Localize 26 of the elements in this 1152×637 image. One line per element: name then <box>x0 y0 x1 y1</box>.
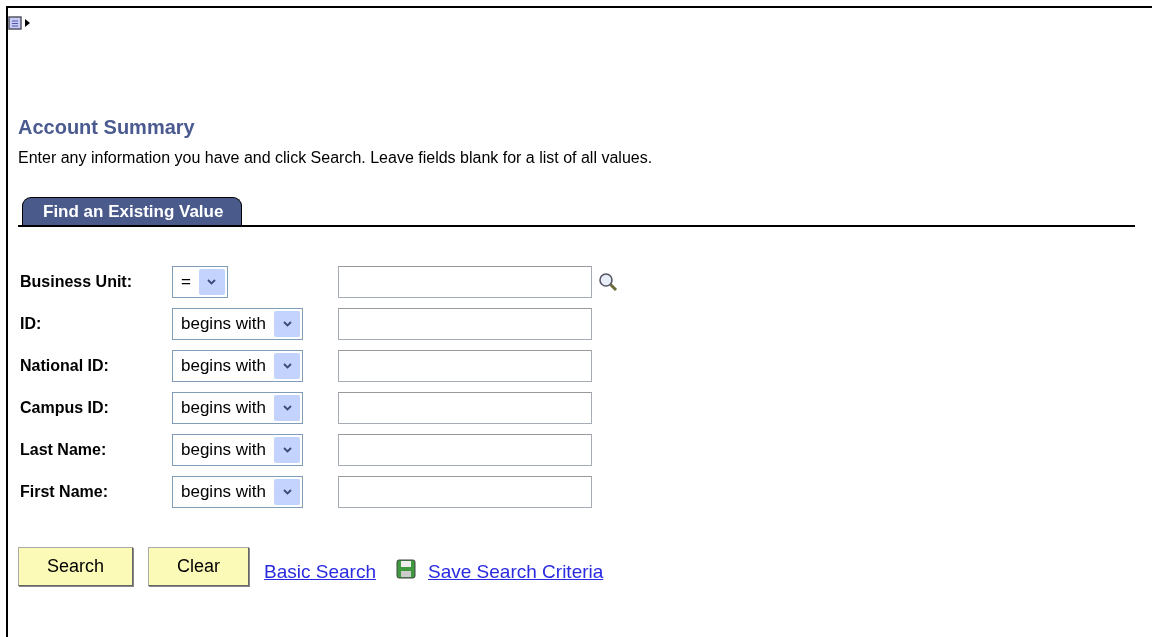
input-field[interactable] <box>338 308 592 340</box>
operator-dropdown[interactable]: begins with <box>172 350 304 382</box>
operator-dropdown[interactable]: = <box>172 266 228 298</box>
search-icon[interactable] <box>598 272 618 292</box>
input-field[interactable] <box>338 350 592 382</box>
page-title: Account Summary <box>18 116 196 139</box>
instructions-text: Enter any information you have and click Search. Leave fields blank for a list of all values. <box>18 149 654 167</box>
field-label: ID: <box>20 315 43 333</box>
action-button[interactable]: Clear <box>148 547 250 586</box>
input-field[interactable] <box>338 392 592 424</box>
field-label: Last Name: <box>20 441 108 459</box>
action-button[interactable]: Search <box>18 547 134 586</box>
operator-dropdown[interactable]: begins with <box>172 434 304 466</box>
input-field[interactable] <box>338 266 592 298</box>
link[interactable]: Basic Search <box>264 560 376 583</box>
field-label: Campus ID: <box>20 399 110 417</box>
input-field[interactable] <box>338 434 592 466</box>
field-label: First Name: <box>20 483 110 501</box>
input-field[interactable] <box>338 476 592 508</box>
link[interactable]: Save Search Criteria <box>428 560 604 583</box>
field-label: Business Unit: <box>20 273 133 291</box>
operator-dropdown[interactable]: begins with <box>172 392 304 424</box>
tab[interactable]: Find an Existing Value <box>22 197 243 225</box>
operator-dropdown[interactable]: begins with <box>172 476 304 508</box>
operator-dropdown[interactable]: begins with <box>172 308 304 340</box>
field-label: National ID: <box>20 357 110 375</box>
